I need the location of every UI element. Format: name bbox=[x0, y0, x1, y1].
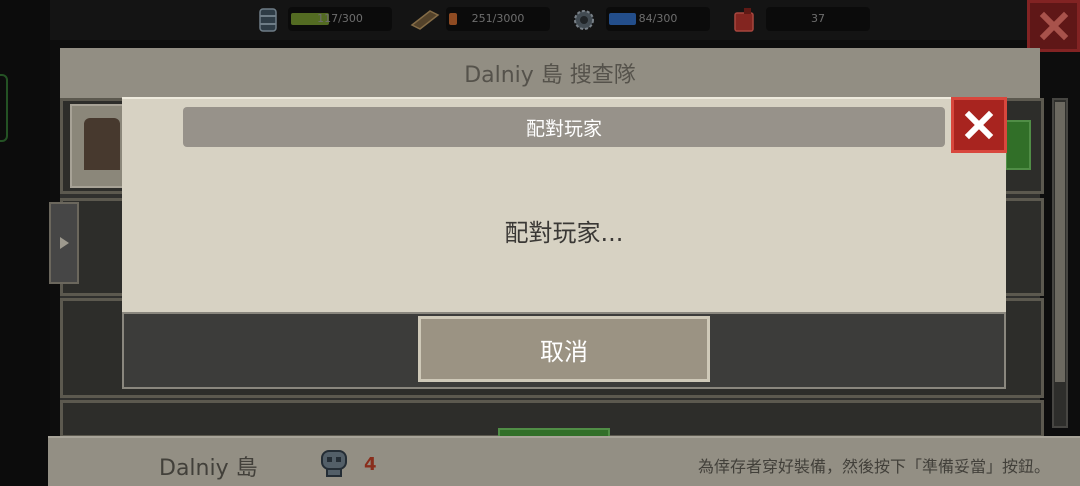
cancel-button[interactable]: 取消 bbox=[418, 316, 710, 382]
dialog-message: 配對玩家... bbox=[504, 219, 624, 247]
close-icon bbox=[964, 110, 994, 140]
dialog-close-button[interactable] bbox=[951, 97, 1007, 153]
dialog-title: 配對玩家 bbox=[183, 107, 945, 147]
matchmaking-dialog: 配對玩家 配對玩家... 取消 bbox=[122, 97, 1006, 389]
dialog-body: 配對玩家 配對玩家... bbox=[122, 97, 1006, 312]
